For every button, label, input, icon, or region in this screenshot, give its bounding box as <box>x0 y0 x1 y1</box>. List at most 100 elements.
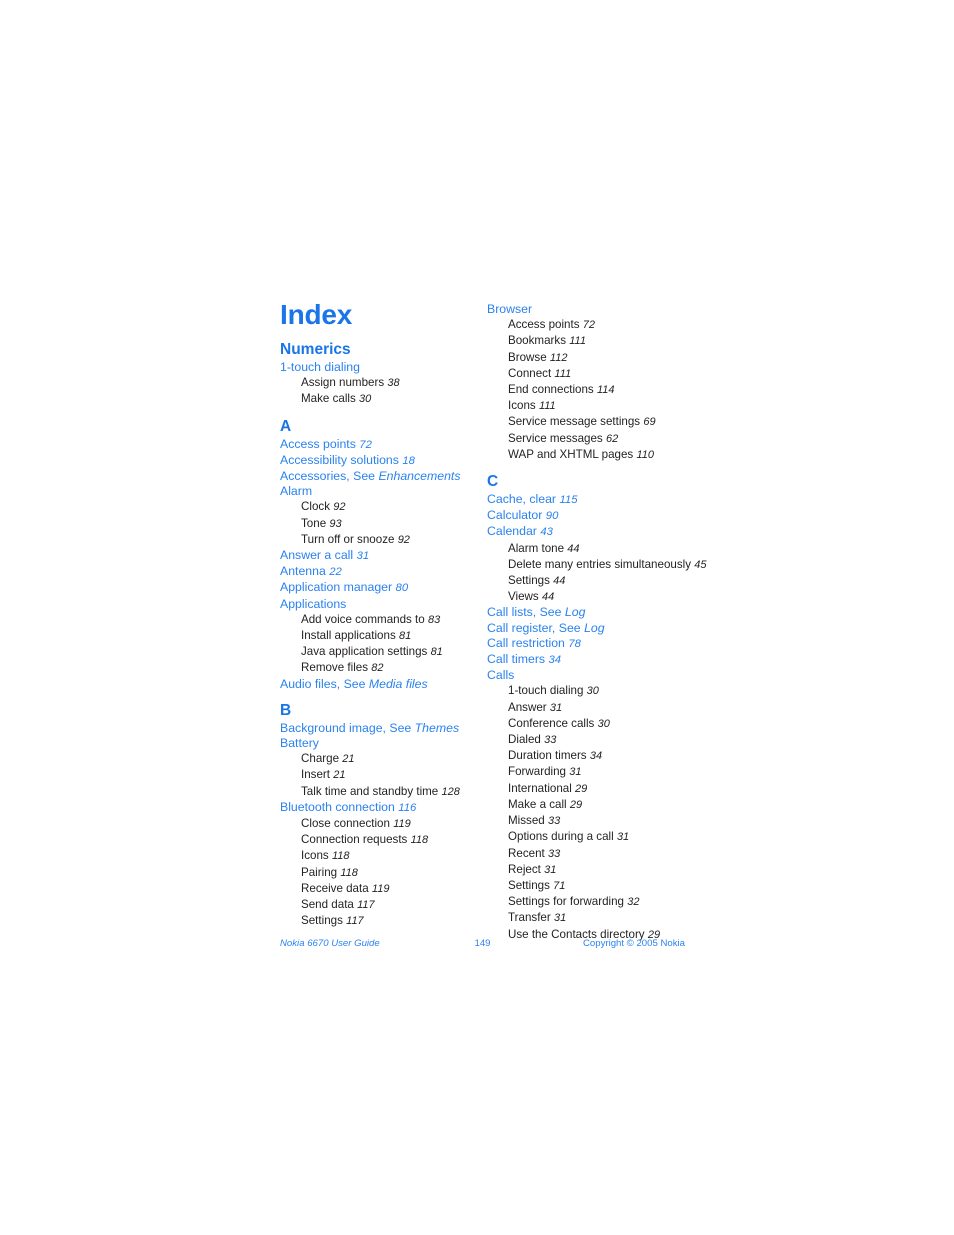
index-subentry-page-number[interactable]: 72 <box>583 319 595 331</box>
index-subentry-page-number[interactable]: 29 <box>570 799 582 811</box>
index-entry[interactable]: Calls <box>487 668 692 683</box>
index-entry-page-number[interactable]: 18 <box>402 455 415 467</box>
index-entry-crossreference[interactable]: Enhancements <box>378 469 460 483</box>
index-subentry[interactable]: Make a call 29 <box>487 797 692 813</box>
index-subentry[interactable]: Talk time and standby time 128 <box>280 784 485 800</box>
index-subentry-page-number[interactable]: 34 <box>590 750 602 762</box>
index-subentry-page-number[interactable]: 111 <box>554 368 571 380</box>
index-subentry[interactable]: Add voice commands to 83 <box>280 612 485 628</box>
index-subentry-page-number[interactable]: 32 <box>627 896 639 908</box>
index-subentry[interactable]: Java application settings 81 <box>280 644 485 660</box>
index-entry[interactable]: Bluetooth connection 116 <box>280 800 485 816</box>
index-entry-page-number[interactable]: 34 <box>549 654 562 666</box>
index-subentry[interactable]: Close connection 119 <box>280 816 485 832</box>
index-subentry[interactable]: End connections 114 <box>487 382 692 398</box>
index-entry[interactable]: Call lists, See Log <box>487 605 692 620</box>
index-entry[interactable]: Antenna 22 <box>280 564 485 580</box>
index-subentry-page-number[interactable]: 119 <box>372 883 390 895</box>
index-subentry-page-number[interactable]: 38 <box>387 377 399 389</box>
index-subentry-page-number[interactable]: 118 <box>411 834 429 846</box>
index-entry-page-number[interactable]: 78 <box>568 638 581 650</box>
index-entry[interactable]: Call restriction 78 <box>487 636 692 652</box>
index-subentry[interactable]: WAP and XHTML pages 110 <box>487 447 692 463</box>
index-subentry-page-number[interactable]: 83 <box>428 614 440 626</box>
index-subentry[interactable]: Transfer 31 <box>487 910 692 926</box>
index-subentry[interactable]: Connect 111 <box>487 366 692 382</box>
index-entry-crossreference[interactable]: Themes <box>415 721 459 735</box>
index-subentry-page-number[interactable]: 31 <box>569 766 581 778</box>
index-subentry-page-number[interactable]: 29 <box>575 783 587 795</box>
index-subentry[interactable]: Service message settings 69 <box>487 414 692 430</box>
index-entry-page-number[interactable]: 31 <box>357 550 370 562</box>
index-subentry[interactable]: Views 44 <box>487 589 692 605</box>
index-entry[interactable]: Browser <box>487 302 692 317</box>
index-subentry[interactable]: Conference calls 30 <box>487 716 692 732</box>
index-subentry[interactable]: Make calls 30 <box>280 391 485 407</box>
index-subentry[interactable]: Missed 33 <box>487 813 692 829</box>
index-entry[interactable]: Applications <box>280 597 485 612</box>
index-subentry[interactable]: Charge 21 <box>280 751 485 767</box>
index-subentry[interactable]: Reject 31 <box>487 862 692 878</box>
index-subentry-page-number[interactable]: 128 <box>442 786 460 798</box>
index-subentry-page-number[interactable]: 31 <box>550 702 562 714</box>
index-subentry-page-number[interactable]: 81 <box>431 646 443 658</box>
index-entry[interactable]: Alarm <box>280 484 485 499</box>
index-entry-page-number[interactable]: 115 <box>559 494 577 506</box>
index-entry-page-number[interactable]: 116 <box>398 802 416 814</box>
index-subentry-page-number[interactable]: 44 <box>567 543 579 555</box>
index-subentry[interactable]: International 29 <box>487 781 692 797</box>
index-subentry-page-number[interactable]: 21 <box>342 753 354 765</box>
index-subentry[interactable]: Dialed 33 <box>487 732 692 748</box>
index-subentry[interactable]: Remove files 82 <box>280 660 485 676</box>
index-entry-crossreference[interactable]: Log <box>584 621 605 635</box>
index-entry-page-number[interactable]: 22 <box>329 566 342 578</box>
index-entry[interactable]: Accessibility solutions 18 <box>280 453 485 469</box>
index-entry[interactable]: Accessories, See Enhancements <box>280 469 485 484</box>
index-subentry[interactable]: Connection requests 118 <box>280 832 485 848</box>
index-entry-page-number[interactable]: 72 <box>359 439 372 451</box>
index-subentry[interactable]: Recent 33 <box>487 846 692 862</box>
index-subentry[interactable]: Pairing 118 <box>280 865 485 881</box>
index-subentry[interactable]: Clock 92 <box>280 499 485 515</box>
index-subentry-page-number[interactable]: 111 <box>569 335 586 347</box>
index-subentry-page-number[interactable]: 31 <box>617 831 629 843</box>
index-entry[interactable]: Call timers 34 <box>487 652 692 668</box>
index-subentry[interactable]: Icons 111 <box>487 398 692 414</box>
index-subentry-page-number[interactable]: 71 <box>553 880 565 892</box>
index-subentry-page-number[interactable]: 111 <box>539 400 556 412</box>
index-entry-page-number[interactable]: 90 <box>546 510 559 522</box>
index-subentry-page-number[interactable]: 114 <box>597 384 615 396</box>
index-entry[interactable]: Application manager 80 <box>280 580 485 596</box>
index-entry[interactable]: Battery <box>280 736 485 751</box>
index-subentry-page-number[interactable]: 30 <box>359 393 371 405</box>
index-entry-page-number[interactable]: 80 <box>396 582 409 594</box>
index-subentry-page-number[interactable]: 45 <box>694 559 706 571</box>
index-subentry-page-number[interactable]: 82 <box>371 662 383 674</box>
index-subentry[interactable]: Assign numbers 38 <box>280 375 485 391</box>
index-subentry-page-number[interactable]: 81 <box>399 630 411 642</box>
index-subentry[interactable]: Insert 21 <box>280 767 485 783</box>
index-subentry[interactable]: Receive data 119 <box>280 881 485 897</box>
index-entry[interactable]: Answer a call 31 <box>280 548 485 564</box>
index-subentry[interactable]: Settings 44 <box>487 573 692 589</box>
index-entry[interactable]: Calendar 43 <box>487 524 692 540</box>
index-subentry-page-number[interactable]: 118 <box>332 850 350 862</box>
index-entry[interactable]: Access points 72 <box>280 437 485 453</box>
index-subentry-page-number[interactable]: 93 <box>329 518 341 530</box>
index-subentry[interactable]: Tone 93 <box>280 516 485 532</box>
index-subentry[interactable]: Alarm tone 44 <box>487 541 692 557</box>
index-subentry-page-number[interactable]: 118 <box>340 867 358 879</box>
index-subentry-page-number[interactable]: 119 <box>393 818 411 830</box>
index-subentry[interactable]: Answer 31 <box>487 700 692 716</box>
index-subentry[interactable]: Install applications 81 <box>280 628 485 644</box>
index-entry-crossreference[interactable]: Log <box>565 605 586 619</box>
index-subentry[interactable]: Forwarding 31 <box>487 764 692 780</box>
index-subentry-page-number[interactable]: 30 <box>598 718 610 730</box>
index-subentry-page-number[interactable]: 33 <box>548 815 560 827</box>
index-subentry-page-number[interactable]: 92 <box>398 534 410 546</box>
index-entry[interactable]: 1-touch dialing <box>280 360 485 375</box>
index-subentry[interactable]: Browse 112 <box>487 350 692 366</box>
index-subentry[interactable]: Access points 72 <box>487 317 692 333</box>
index-subentry-page-number[interactable]: 69 <box>643 416 655 428</box>
index-entry-crossreference[interactable]: Media files <box>369 677 428 691</box>
